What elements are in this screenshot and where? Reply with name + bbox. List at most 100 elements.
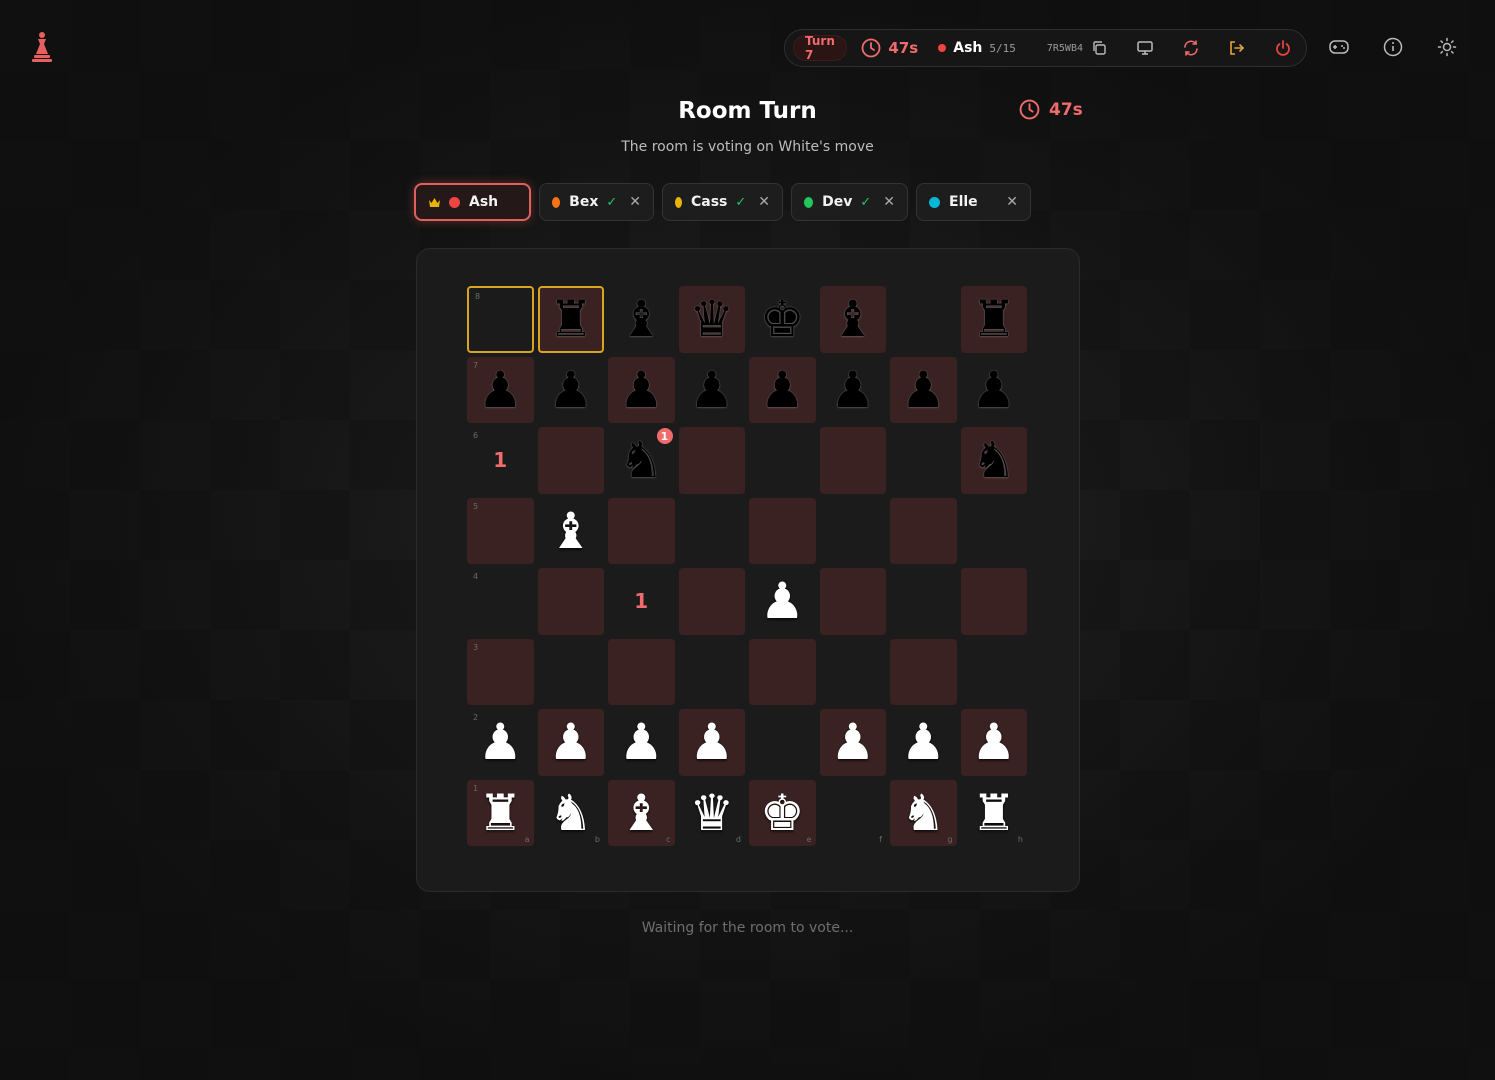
square-c4[interactable]: 1 (608, 568, 675, 635)
square-d4[interactable] (678, 568, 745, 635)
square-b4[interactable] (537, 568, 604, 635)
square-g5[interactable] (890, 497, 957, 564)
copy-icon[interactable] (1091, 40, 1107, 56)
black-king-piece[interactable]: ♚ (760, 294, 805, 344)
square-h5[interactable] (960, 497, 1027, 564)
square-h1[interactable]: h ♜ (960, 779, 1027, 846)
player-chip[interactable]: Dev ✓ ✕ (791, 183, 908, 221)
square-d7[interactable]: ♟ (678, 356, 745, 423)
player-chip[interactable]: Bex ✓ ✕ (539, 183, 654, 221)
square-g7[interactable]: ♟ (890, 356, 957, 423)
square-h4[interactable] (960, 568, 1027, 635)
square-d2[interactable]: ♟ (678, 709, 745, 776)
square-f7[interactable]: ♟ (819, 356, 886, 423)
square-h3[interactable] (960, 638, 1027, 705)
black-pawn-piece[interactable]: ♟ (760, 365, 805, 415)
square-e6[interactable] (749, 427, 816, 494)
square-h6[interactable]: ♞ (960, 427, 1027, 494)
white-pawn-piece[interactable]: ♟ (689, 717, 734, 767)
white-queen-piece[interactable]: ♛ (689, 788, 734, 838)
square-e5[interactable] (749, 497, 816, 564)
square-c3[interactable] (608, 638, 675, 705)
square-g3[interactable] (890, 638, 957, 705)
white-pawn-piece[interactable]: ♟ (830, 717, 875, 767)
white-pawn-piece[interactable]: ♟ (760, 576, 805, 626)
white-bishop-piece[interactable]: ♝ (619, 788, 664, 838)
white-pawn-piece[interactable]: ♟ (478, 717, 523, 767)
square-c7[interactable]: ♟ (608, 356, 675, 423)
remove-player-icon[interactable]: ✕ (629, 194, 641, 210)
black-bishop-piece[interactable]: ♝ (830, 294, 875, 344)
square-e7[interactable]: ♟ (749, 356, 816, 423)
black-pawn-piece[interactable]: ♟ (971, 365, 1016, 415)
app-logo-icon[interactable] (28, 30, 56, 64)
square-g1[interactable]: g ♞ (890, 779, 957, 846)
square-g2[interactable]: ♟ (890, 709, 957, 776)
square-f2[interactable]: ♟ (819, 709, 886, 776)
square-d6[interactable] (678, 427, 745, 494)
square-f3[interactable] (819, 638, 886, 705)
square-h7[interactable]: ♟ (960, 356, 1027, 423)
square-d3[interactable] (678, 638, 745, 705)
square-d1[interactable]: d ♛ (678, 779, 745, 846)
black-rook-piece[interactable]: ♜ (971, 294, 1016, 344)
refresh-button[interactable] (1176, 33, 1206, 63)
square-e4[interactable]: ♟ (749, 568, 816, 635)
black-knight-piece[interactable]: ♞ (971, 435, 1016, 485)
white-knight-piece[interactable]: ♞ (901, 788, 946, 838)
spectate-button[interactable] (1130, 33, 1160, 63)
gamepad-button[interactable] (1324, 32, 1354, 62)
white-rook-piece[interactable]: ♜ (478, 788, 523, 838)
square-a1[interactable]: 1 a ♜ (467, 779, 534, 846)
square-a2[interactable]: 2 ♟ (467, 709, 534, 776)
square-d5[interactable] (678, 497, 745, 564)
square-d8[interactable]: ♛ (678, 286, 745, 353)
white-pawn-piece[interactable]: ♟ (901, 717, 946, 767)
white-pawn-piece[interactable]: ♟ (971, 717, 1016, 767)
square-a5[interactable]: 5 (467, 497, 534, 564)
square-b6[interactable] (537, 427, 604, 494)
power-button[interactable] (1268, 33, 1298, 63)
square-a6[interactable]: 61 (467, 427, 534, 494)
info-button[interactable] (1378, 32, 1408, 62)
white-pawn-piece[interactable]: ♟ (548, 717, 593, 767)
black-pawn-piece[interactable]: ♟ (478, 365, 523, 415)
remove-player-icon[interactable]: ✕ (758, 194, 770, 210)
square-f1[interactable]: f (819, 779, 886, 846)
square-a3[interactable]: 3 (467, 638, 534, 705)
square-e8[interactable]: ♚ (749, 286, 816, 353)
square-b2[interactable]: ♟ (537, 709, 604, 776)
square-g6[interactable] (890, 427, 957, 494)
black-pawn-piece[interactable]: ♟ (901, 365, 946, 415)
remove-player-icon[interactable]: ✕ (883, 194, 895, 210)
square-g4[interactable] (890, 568, 957, 635)
black-pawn-piece[interactable]: ♟ (689, 365, 734, 415)
square-c5[interactable] (608, 497, 675, 564)
player-chip[interactable]: Ash (414, 183, 531, 221)
square-f4[interactable] (819, 568, 886, 635)
square-c1[interactable]: c ♝ (608, 779, 675, 846)
black-pawn-piece[interactable]: ♟ (548, 365, 593, 415)
square-h8[interactable]: ♜ (960, 286, 1027, 353)
square-h2[interactable]: ♟ (960, 709, 1027, 776)
square-f6[interactable] (819, 427, 886, 494)
square-f8[interactable]: ♝ (819, 286, 886, 353)
white-bishop-piece[interactable]: ♝ (548, 506, 593, 556)
leave-button[interactable] (1222, 33, 1252, 63)
black-rook-piece[interactable]: ♜ (548, 294, 593, 344)
white-knight-piece[interactable]: ♞ (548, 788, 593, 838)
square-b1[interactable]: b ♞ (537, 779, 604, 846)
square-g8[interactable] (890, 286, 957, 353)
black-pawn-piece[interactable]: ♟ (619, 365, 664, 415)
square-e2[interactable] (749, 709, 816, 776)
white-king-piece[interactable]: ♚ (760, 788, 805, 838)
white-rook-piece[interactable]: ♜ (971, 788, 1016, 838)
square-f5[interactable] (819, 497, 886, 564)
black-bishop-piece[interactable]: ♝ (619, 294, 664, 344)
remove-player-icon[interactable]: ✕ (1006, 194, 1018, 210)
square-b7[interactable]: ♟ (537, 356, 604, 423)
player-chip[interactable]: Elle ✕ (916, 183, 1031, 221)
white-pawn-piece[interactable]: ♟ (619, 717, 664, 767)
square-e3[interactable] (749, 638, 816, 705)
square-b8[interactable]: ♜ (537, 286, 604, 353)
